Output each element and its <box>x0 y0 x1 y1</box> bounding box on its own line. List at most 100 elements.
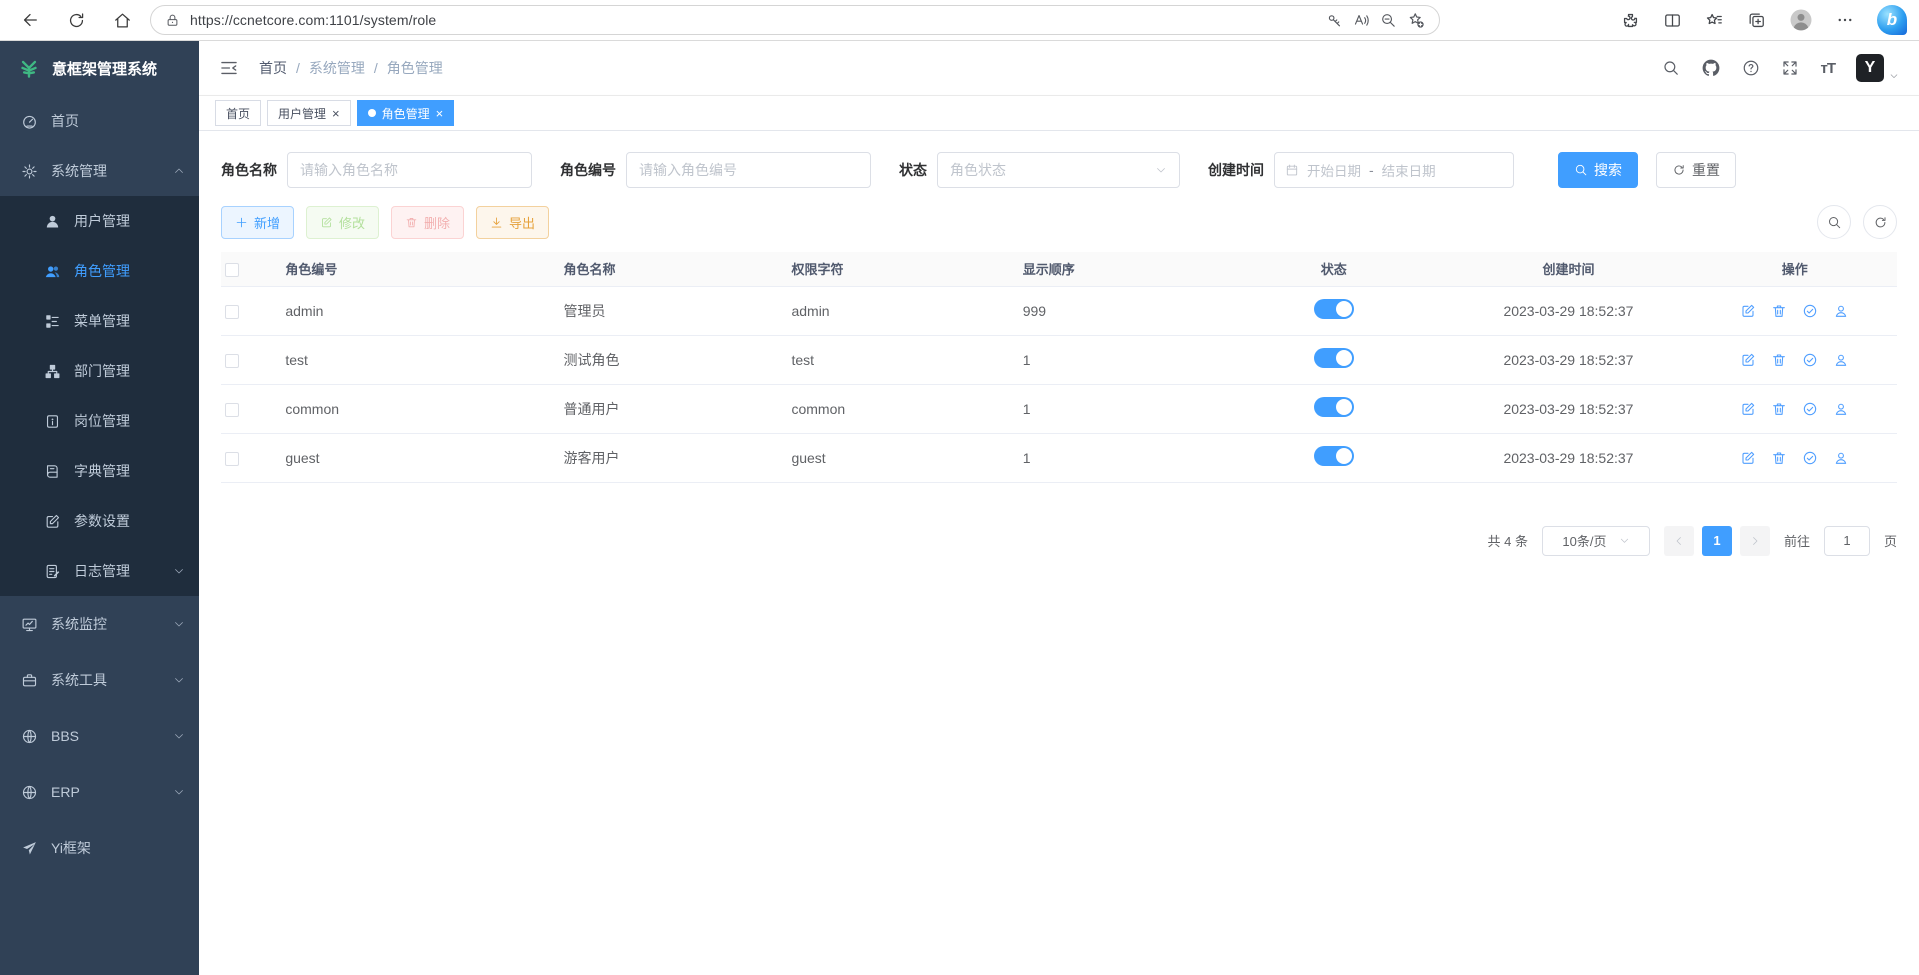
role-code-input[interactable] <box>626 152 871 188</box>
sidebar-item-system-tools[interactable]: 系统工具 <box>0 652 199 708</box>
status-toggle[interactable] <box>1314 446 1354 466</box>
sidebar-item-dictionary-management[interactable]: 字典管理 <box>0 446 199 496</box>
tab-active-dot <box>368 109 376 117</box>
read-aloud-icon[interactable] <box>1353 12 1370 29</box>
split-screen-icon[interactable] <box>1663 11 1682 30</box>
col-role-name: 角色名称 <box>560 252 788 286</box>
row-checkbox[interactable] <box>225 403 239 417</box>
sidebar-item-home[interactable]: 首页 <box>0 96 199 146</box>
sidebar-item-user-management[interactable]: 用户管理 <box>0 196 199 246</box>
select-all-checkbox[interactable] <box>225 263 239 277</box>
table-toolbar: 新增 修改 删除 导出 <box>221 205 1897 239</box>
date-range-picker[interactable]: 开始日期 - 结束日期 <box>1274 152 1514 188</box>
row-delete-icon[interactable] <box>1771 401 1787 417</box>
row-edit-icon[interactable] <box>1740 401 1756 417</box>
row-data-scope-icon[interactable] <box>1802 401 1818 417</box>
row-assign-user-icon[interactable] <box>1833 401 1849 417</box>
sidebar-item-bbs[interactable]: BBS <box>0 708 199 764</box>
user-menu[interactable]: Y <box>1856 54 1899 82</box>
breadcrumb-home[interactable]: 首页 <box>259 58 287 78</box>
app-logo: 意框架管理系统 <box>0 41 199 96</box>
table-row: guest 游客用户 guest 1 2023-03-29 18:52:37 <box>221 433 1897 482</box>
row-checkbox[interactable] <box>225 452 239 466</box>
search-button[interactable]: 搜索 <box>1558 152 1638 188</box>
collections-icon[interactable] <box>1747 11 1766 30</box>
sidebar-item-system-management[interactable]: 系统管理 <box>0 146 199 196</box>
role-name-label: 角色名称 <box>221 160 277 180</box>
row-assign-user-icon[interactable] <box>1833 450 1849 466</box>
goto-page-input[interactable] <box>1824 526 1870 556</box>
help-icon[interactable] <box>1742 59 1760 77</box>
chevron-down-icon <box>173 565 185 577</box>
favorites-icon[interactable] <box>1705 11 1724 30</box>
next-page-button[interactable] <box>1740 526 1770 556</box>
row-edit-icon[interactable] <box>1740 352 1756 368</box>
status-toggle[interactable] <box>1314 397 1354 417</box>
browser-refresh-button[interactable] <box>58 3 94 37</box>
address-bar[interactable]: https://ccnetcore.com:1101/system/role <box>150 5 1440 35</box>
add-favorite-icon[interactable] <box>1407 11 1425 29</box>
row-delete-icon[interactable] <box>1771 303 1787 319</box>
edit-button[interactable]: 修改 <box>306 206 379 239</box>
sidebar-item-department-management[interactable]: 部门管理 <box>0 346 199 396</box>
row-assign-user-icon[interactable] <box>1833 352 1849 368</box>
col-actions: 操作 <box>1692 252 1897 286</box>
row-assign-user-icon[interactable] <box>1833 303 1849 319</box>
sidebar-item-erp[interactable]: ERP <box>0 764 199 820</box>
sidebar-item-system-monitor[interactable]: 系统监控 <box>0 596 199 652</box>
toggle-search-icon[interactable] <box>1817 205 1851 239</box>
sidebar-item-log-management[interactable]: 日志管理 <box>0 546 199 596</box>
export-button[interactable]: 导出 <box>476 206 549 239</box>
sidebar-item-yi-framework[interactable]: Yi框架 <box>0 820 199 876</box>
row-data-scope-icon[interactable] <box>1802 450 1818 466</box>
page-size-select[interactable]: 10条/页 <box>1542 526 1650 556</box>
github-icon[interactable] <box>1701 58 1721 78</box>
col-status: 状态 <box>1223 252 1444 286</box>
status-select[interactable]: 角色状态 <box>937 152 1180 188</box>
row-data-scope-icon[interactable] <box>1802 303 1818 319</box>
role-name-input[interactable] <box>287 152 532 188</box>
profile-avatar[interactable] <box>1789 8 1813 32</box>
row-delete-icon[interactable] <box>1771 450 1787 466</box>
prev-page-button[interactable] <box>1664 526 1694 556</box>
row-edit-icon[interactable] <box>1740 303 1756 319</box>
search-icon[interactable] <box>1662 59 1680 77</box>
copilot-icon[interactable]: b <box>1877 5 1907 35</box>
start-date-placeholder[interactable]: 开始日期 <box>1307 160 1361 180</box>
browser-back-button[interactable] <box>12 3 48 37</box>
password-key-icon[interactable] <box>1326 12 1343 29</box>
close-icon[interactable]: × <box>436 107 444 120</box>
row-edit-icon[interactable] <box>1740 450 1756 466</box>
reset-button[interactable]: 重置 <box>1656 152 1736 188</box>
row-delete-icon[interactable] <box>1771 352 1787 368</box>
table-header-row: 角色编号 角色名称 权限字符 显示顺序 状态 创建时间 操作 <box>221 252 1897 286</box>
end-date-placeholder[interactable]: 结束日期 <box>1382 160 1436 180</box>
row-checkbox[interactable] <box>225 305 239 319</box>
more-menu-icon[interactable] <box>1836 11 1854 29</box>
avatar[interactable]: Y <box>1856 54 1884 82</box>
refresh-table-icon[interactable] <box>1863 205 1897 239</box>
font-size-icon[interactable]: тT <box>1820 60 1835 77</box>
pagination: 共 4 条 10条/页 1 前往 <box>221 526 1897 556</box>
sidebar-item-menu-management[interactable]: 菜单管理 <box>0 296 199 346</box>
collapse-menu-icon[interactable] <box>219 58 239 78</box>
extensions-icon[interactable] <box>1621 11 1640 30</box>
sidebar-item-parameter-settings[interactable]: 参数设置 <box>0 496 199 546</box>
sidebar-item-post-management[interactable]: 岗位管理 <box>0 396 199 446</box>
delete-button[interactable]: 删除 <box>391 206 464 239</box>
tab-home[interactable]: 首页 <box>215 100 261 126</box>
sidebar-item-role-management[interactable]: 角色管理 <box>0 246 199 296</box>
row-checkbox[interactable] <box>225 354 239 368</box>
zoom-out-icon[interactable] <box>1380 12 1397 29</box>
status-toggle[interactable] <box>1314 348 1354 368</box>
tab-user-management[interactable]: 用户管理 × <box>267 100 351 126</box>
close-icon[interactable]: × <box>332 107 340 120</box>
browser-home-button[interactable] <box>104 3 140 37</box>
fullscreen-icon[interactable] <box>1781 59 1799 77</box>
url-text[interactable]: https://ccnetcore.com:1101/system/role <box>190 12 1316 28</box>
add-button[interactable]: 新增 <box>221 206 294 239</box>
row-data-scope-icon[interactable] <box>1802 352 1818 368</box>
tab-role-management[interactable]: 角色管理 × <box>357 100 455 126</box>
status-toggle[interactable] <box>1314 299 1354 319</box>
page-number-1[interactable]: 1 <box>1702 526 1732 556</box>
